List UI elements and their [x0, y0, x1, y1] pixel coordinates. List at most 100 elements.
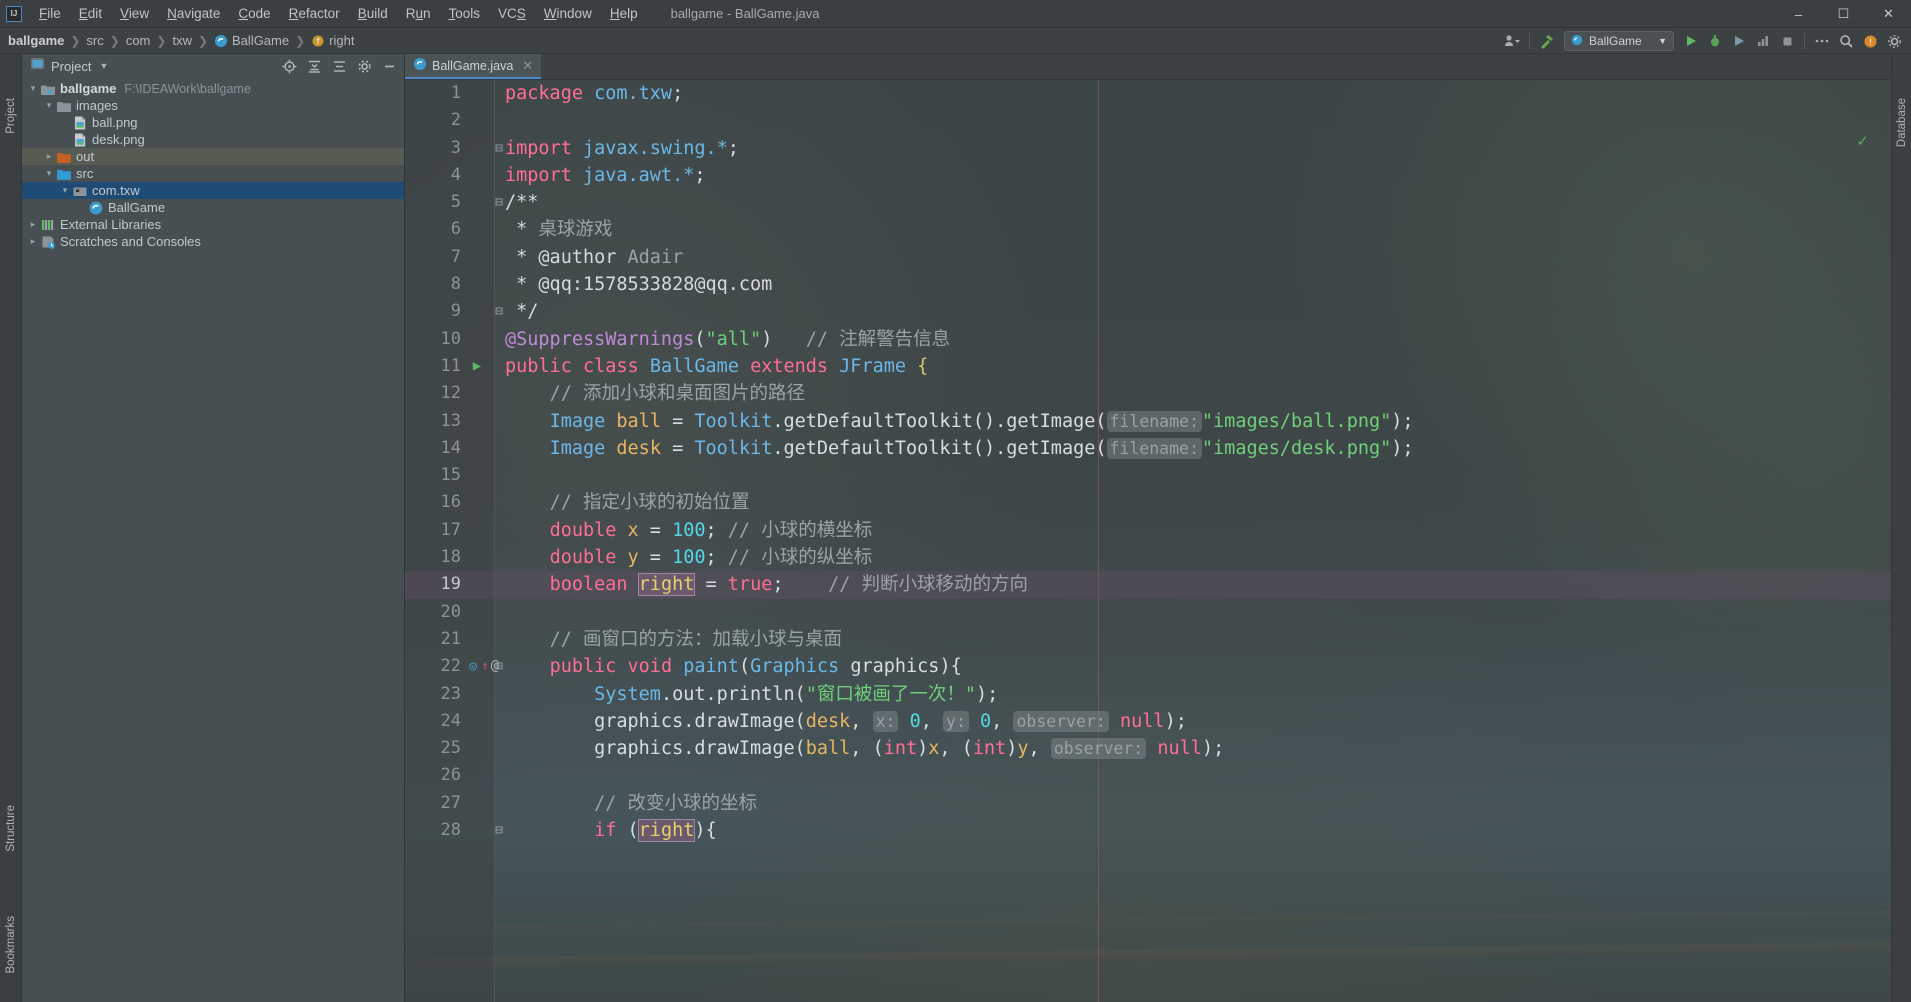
tree-node-out[interactable]: ▸ out: [22, 148, 404, 165]
code-line-10[interactable]: 10 @SuppressWarnings("all") // 注解警告信息: [405, 326, 1891, 353]
code-line-13[interactable]: 13 Image ball = Toolkit.getDefaultToolki…: [405, 408, 1891, 435]
maximize-button[interactable]: ☐: [1821, 0, 1866, 28]
rail-button-structure[interactable]: Structure: [5, 805, 17, 852]
tree-node-images[interactable]: ▾ images: [22, 97, 404, 114]
code-line-2[interactable]: 2: [405, 107, 1891, 134]
expand-icon[interactable]: [328, 55, 350, 77]
chevron-down-icon[interactable]: ▾: [58, 185, 72, 196]
code-line-25[interactable]: 25 graphics.drawImage(ball, (int)x, (int…: [405, 735, 1891, 762]
code-line-16[interactable]: 16 // 指定小球的初始位置: [405, 489, 1891, 516]
code-line-28[interactable]: 28 ⊟ if (right){: [405, 817, 1891, 844]
menu-navigate[interactable]: Navigate: [158, 2, 229, 26]
more-options-icon[interactable]: [1811, 30, 1833, 52]
run-configuration-selector[interactable]: BallGame ▼: [1564, 31, 1674, 51]
project-tree[interactable]: ▾ ballgame F:\IDEAWork\ballgame ▾ images ball…: [22, 78, 404, 1002]
code-line-4[interactable]: 4 import java.awt.*;: [405, 162, 1891, 189]
code-lines[interactable]: 1 package com.txw; 2 3 ⊟ import javax.swing.*…: [405, 80, 1891, 1002]
tree-node-ball-png[interactable]: ball.png: [22, 114, 404, 131]
chevron-down-icon[interactable]: ▼: [99, 61, 108, 71]
code-line-6[interactable]: 6 * 桌球游戏: [405, 216, 1891, 243]
code-line-1[interactable]: 1 package com.txw;: [405, 80, 1891, 107]
menu-help[interactable]: Help: [601, 2, 647, 26]
tree-node-external-libraries[interactable]: ▸ External Libraries: [22, 216, 404, 233]
locate-icon[interactable]: [278, 55, 300, 77]
tree-node-src[interactable]: ▾ src: [22, 165, 404, 182]
code-line-19[interactable]: 19 boolean right = true; // 判断小球移动的方向: [405, 571, 1891, 599]
breadcrumb-src[interactable]: src: [86, 33, 103, 48]
code-line-26[interactable]: 26: [405, 762, 1891, 789]
breadcrumb-com[interactable]: com: [126, 33, 151, 48]
close-button[interactable]: ✕: [1866, 0, 1911, 28]
profiler-icon[interactable]: [1752, 30, 1774, 52]
breadcrumb-ballgame-class[interactable]: BallGame: [214, 33, 289, 48]
code-line-7[interactable]: 7 * @author Adair: [405, 244, 1891, 271]
user-dropdown-icon[interactable]: [1501, 30, 1523, 52]
chevron-right-icon[interactable]: ▸: [26, 236, 40, 247]
menu-bar[interactable]: FFileile Edit View Navigate Code Refacto…: [30, 0, 647, 28]
chevron-right-icon[interactable]: ▸: [42, 151, 56, 162]
notifications-icon[interactable]: !: [1859, 30, 1881, 52]
settings-gear-icon[interactable]: [1883, 30, 1905, 52]
menu-file[interactable]: FFileile: [30, 2, 70, 26]
menu-vcs[interactable]: VCS: [489, 2, 535, 26]
code-line-21[interactable]: 21 // 画窗口的方法：加载小球与桌面: [405, 626, 1891, 653]
close-icon[interactable]: ✕: [522, 58, 533, 74]
code-line-24[interactable]: 24 graphics.drawImage(desk, x: 0, y: 0, …: [405, 708, 1891, 735]
settings-gear-icon[interactable]: [353, 55, 375, 77]
search-everywhere-icon[interactable]: [1835, 30, 1857, 52]
tree-node-ballgame[interactable]: BallGame: [22, 199, 404, 216]
breadcrumb-right-field[interactable]: f right: [311, 33, 354, 48]
code-line-9[interactable]: 9 ⊟ */: [405, 298, 1891, 325]
code-fold-toggle[interactable]: ⊟: [493, 298, 505, 325]
menu-view[interactable]: View: [111, 2, 158, 26]
breadcrumb-ballgame[interactable]: ballgame: [8, 33, 64, 48]
inspection-status-icon[interactable]: ✓: [1856, 132, 1869, 150]
code-line-23[interactable]: 23 System.out.println("窗口被画了一次！");: [405, 681, 1891, 708]
code-line-15[interactable]: 15: [405, 462, 1891, 489]
minimize-button[interactable]: –: [1776, 0, 1821, 28]
menu-tools[interactable]: Tools: [440, 2, 490, 26]
menu-code[interactable]: Code: [229, 2, 279, 26]
menu-window[interactable]: Window: [535, 2, 601, 26]
collapse-all-icon[interactable]: [303, 55, 325, 77]
run-icon[interactable]: [1680, 30, 1702, 52]
chevron-down-icon[interactable]: ▾: [42, 168, 56, 179]
menu-build[interactable]: Build: [349, 2, 397, 26]
chevron-right-icon[interactable]: ▸: [26, 219, 40, 230]
menu-refactor[interactable]: Refactor: [280, 2, 349, 26]
chevron-down-icon[interactable]: ▾: [42, 100, 56, 111]
build-hammer-icon[interactable]: [1536, 30, 1558, 52]
code-fold-toggle[interactable]: ⊟: [493, 817, 505, 844]
rail-button-bookmarks[interactable]: Bookmarks: [5, 916, 17, 974]
code-line-22[interactable]: 22 ◎ ↑ @ ⊟ public void paint(Graphics graphi…: [405, 653, 1891, 680]
breadcrumb-txw[interactable]: txw: [172, 33, 192, 48]
code-line-17[interactable]: 17 double x = 100; // 小球的横坐标: [405, 517, 1891, 544]
code-viewport[interactable]: 1 package com.txw; 2 3 ⊟ import javax.swing.*…: [405, 80, 1891, 1002]
tree-node-ballgame[interactable]: ▾ ballgame F:\IDEAWork\ballgame: [22, 80, 404, 97]
hide-panel-icon[interactable]: [378, 55, 400, 77]
code-line-18[interactable]: 18 double y = 100; // 小球的纵坐标: [405, 544, 1891, 571]
chevron-down-icon[interactable]: ▾: [26, 83, 40, 94]
menu-edit[interactable]: Edit: [70, 2, 111, 26]
tree-node-scratches-and-consoles[interactable]: ▸ Scratches and Consoles: [22, 233, 404, 250]
code-line-3[interactable]: 3 ⊟ import javax.swing.*;: [405, 135, 1891, 162]
run-gutter-icon[interactable]: ▶: [467, 353, 487, 380]
code-fold-toggle[interactable]: ⊟: [493, 189, 505, 216]
run-with-coverage-icon[interactable]: [1728, 30, 1750, 52]
code-line-12[interactable]: 12 // 添加小球和桌面图片的路径: [405, 380, 1891, 407]
code-fold-toggle[interactable]: ⊟: [493, 653, 505, 680]
code-line-8[interactable]: 8 * @qq:1578533828@qq.com: [405, 271, 1891, 298]
code-line-14[interactable]: 14 Image desk = Toolkit.getDefaultToolki…: [405, 435, 1891, 462]
stop-icon[interactable]: [1776, 30, 1798, 52]
code-line-11[interactable]: 11 ▶ public class BallGame extends JFrame …: [405, 353, 1891, 380]
rail-button-project[interactable]: Project: [5, 98, 17, 134]
code-fold-toggle[interactable]: ⊟: [493, 135, 505, 162]
debug-icon[interactable]: [1704, 30, 1726, 52]
tree-node-desk-png[interactable]: desk.png: [22, 131, 404, 148]
code-line-5[interactable]: 5 ⊟/**: [405, 189, 1891, 216]
editor-tab-ballgame-java[interactable]: BallGame.java ✕: [405, 54, 542, 79]
rail-button-database[interactable]: Database: [1896, 98, 1908, 147]
code-line-20[interactable]: 20: [405, 599, 1891, 626]
tree-node-com-txw[interactable]: ▾ com.txw: [22, 182, 404, 199]
code-line-27[interactable]: 27 // 改变小球的坐标: [405, 790, 1891, 817]
